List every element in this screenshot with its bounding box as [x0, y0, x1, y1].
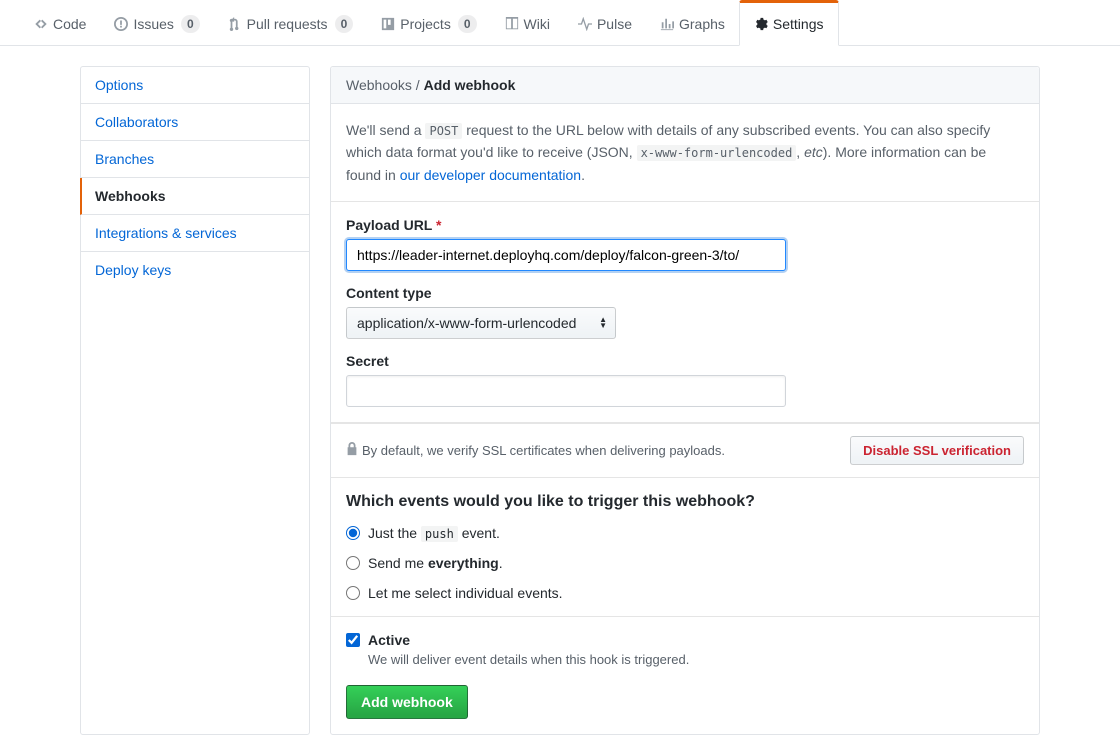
active-checkbox[interactable]: [346, 633, 360, 647]
tab-pull-requests[interactable]: Pull requests 0: [214, 0, 368, 45]
tab-label: Settings: [773, 16, 824, 32]
sidebar-item-deploy-keys[interactable]: Deploy keys: [81, 252, 309, 288]
ssl-note: By default, we verify SSL certificates w…: [346, 442, 725, 459]
pulls-count: 0: [335, 15, 354, 33]
graph-icon: [660, 17, 674, 31]
breadcrumb-parent[interactable]: Webhooks: [346, 77, 412, 93]
tab-wiki[interactable]: Wiki: [491, 0, 564, 45]
event-option-everything[interactable]: Send me everything.: [346, 555, 1024, 571]
tab-graphs[interactable]: Graphs: [646, 0, 739, 45]
projects-count: 0: [458, 15, 477, 33]
tab-issues[interactable]: Issues 0: [100, 0, 213, 45]
lock-icon: [346, 442, 358, 459]
ssl-section: By default, we verify SSL certificates w…: [331, 423, 1039, 478]
sidebar-item-collaborators[interactable]: Collaborators: [81, 104, 309, 141]
disable-ssl-button[interactable]: Disable SSL verification: [850, 436, 1024, 465]
secret-group: Secret: [346, 353, 1024, 407]
projects-icon: [381, 17, 395, 31]
event-option-individual[interactable]: Let me select individual events.: [346, 585, 1024, 601]
payload-url-input[interactable]: [346, 239, 786, 271]
sidebar-item-integrations[interactable]: Integrations & services: [81, 215, 309, 252]
tab-code[interactable]: Code: [20, 0, 100, 45]
event-option-push[interactable]: Just the push event.: [346, 525, 1024, 541]
radio-label: Send me everything.: [368, 555, 503, 571]
main-panel: Webhooks / Add webhook We'll send a POST…: [330, 66, 1040, 735]
breadcrumb-current: Add webhook: [424, 77, 516, 93]
content-type-select[interactable]: application/x-www-form-urlencoded ▲▼: [346, 307, 616, 339]
breadcrumb: Webhooks / Add webhook: [331, 67, 1039, 104]
tab-label: Issues: [133, 16, 173, 32]
repo-tabs: Code Issues 0 Pull requests 0 Projects 0…: [0, 0, 1120, 46]
content-type-label: Content type: [346, 285, 1024, 301]
breadcrumb-sep: /: [416, 77, 420, 93]
secret-input[interactable]: [346, 375, 786, 407]
radio-everything[interactable]: [346, 556, 360, 570]
active-label: Active: [368, 632, 410, 648]
tab-label: Projects: [400, 16, 451, 32]
radio-individual[interactable]: [346, 586, 360, 600]
payload-url-label: Payload URL *: [346, 217, 1024, 233]
tab-settings[interactable]: Settings: [739, 0, 839, 46]
post-code: POST: [425, 123, 462, 139]
pull-request-icon: [228, 17, 242, 31]
add-webhook-button[interactable]: Add webhook: [346, 685, 468, 719]
tab-label: Pulse: [597, 16, 632, 32]
tab-projects[interactable]: Projects 0: [367, 0, 490, 45]
settings-sidebar: Options Collaborators Branches Webhooks …: [80, 66, 310, 735]
code-icon: [34, 17, 48, 31]
gear-icon: [754, 17, 768, 31]
tab-label: Code: [53, 16, 86, 32]
events-section: Which events would you like to trigger t…: [331, 478, 1039, 617]
radio-label: Just the push event.: [368, 525, 500, 541]
book-icon: [505, 17, 519, 31]
tab-label: Graphs: [679, 16, 725, 32]
active-checkbox-row[interactable]: Active: [346, 632, 1024, 648]
radio-label: Let me select individual events.: [368, 585, 563, 601]
select-value: application/x-www-form-urlencoded: [357, 315, 576, 331]
final-section: Active We will deliver event details whe…: [331, 617, 1039, 734]
required-asterisk: *: [436, 217, 441, 233]
active-sublabel: We will deliver event details when this …: [368, 652, 1024, 667]
sidebar-item-webhooks[interactable]: Webhooks: [80, 178, 309, 215]
issue-icon: [114, 17, 128, 31]
issues-count: 0: [181, 15, 200, 33]
events-title: Which events would you like to trigger t…: [346, 493, 1024, 511]
chevron-updown-icon: ▲▼: [599, 317, 607, 329]
form-code: x-www-form-urlencoded: [637, 145, 797, 161]
tab-label: Wiki: [524, 16, 550, 32]
tab-label: Pull requests: [247, 16, 328, 32]
secret-label: Secret: [346, 353, 1024, 369]
tab-pulse[interactable]: Pulse: [564, 0, 646, 45]
doc-link[interactable]: our developer documentation: [400, 167, 581, 183]
form-section: Payload URL * Content type application/x…: [331, 202, 1039, 423]
sidebar-item-options[interactable]: Options: [81, 67, 309, 104]
description-text: We'll send a POST request to the URL bel…: [346, 119, 1024, 186]
sidebar-item-branches[interactable]: Branches: [81, 141, 309, 178]
content-type-group: Content type application/x-www-form-urle…: [346, 285, 1024, 339]
description-section: We'll send a POST request to the URL bel…: [331, 104, 1039, 202]
payload-url-group: Payload URL *: [346, 217, 1024, 271]
content-container: Options Collaborators Branches Webhooks …: [60, 66, 1060, 735]
radio-push[interactable]: [346, 526, 360, 540]
pulse-icon: [578, 17, 592, 31]
